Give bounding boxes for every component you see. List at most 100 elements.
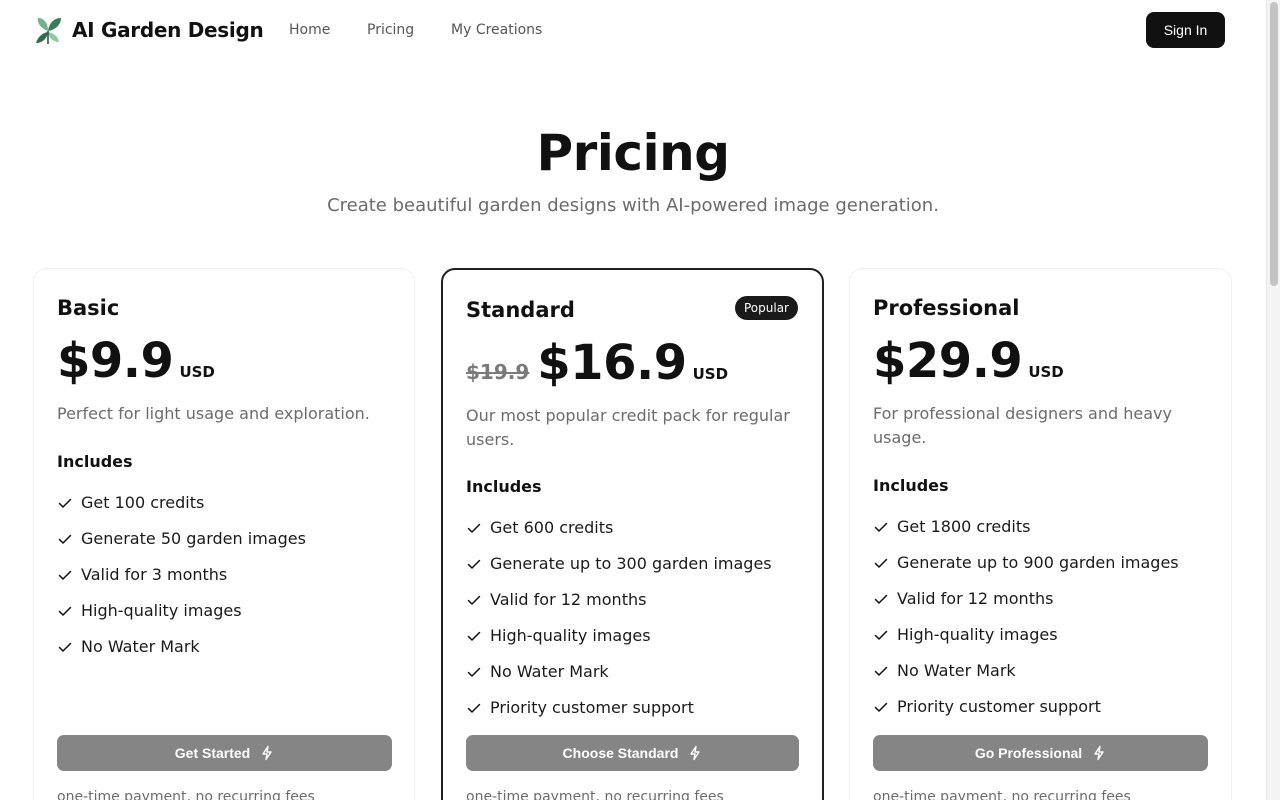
lightning-icon	[1094, 745, 1104, 761]
check-icon	[874, 666, 888, 676]
feature-label: No Water Mark	[897, 661, 1016, 680]
check-icon	[467, 631, 481, 641]
payment-note: one-time payment, no recurring fees	[466, 789, 724, 800]
feature-item: Valid for 12 months	[466, 582, 772, 618]
original-price: $19.9	[466, 360, 530, 384]
plan-currency: USD	[692, 365, 729, 383]
scrollbar-thumb[interactable]	[1270, 2, 1278, 286]
nav-pricing[interactable]: Pricing	[367, 20, 414, 40]
price-row: $9.9 USD	[57, 333, 215, 393]
check-icon	[467, 523, 481, 533]
feature-label: Get 1800 credits	[897, 517, 1031, 536]
feature-item: Valid for 12 months	[873, 581, 1179, 617]
plan-price: $9.9	[57, 333, 174, 389]
cta-label: Get Started	[174, 745, 251, 761]
feature-label: Generate up to 300 garden images	[490, 554, 772, 573]
includes-heading: Includes	[466, 477, 542, 496]
feature-item: Generate 50 garden images	[57, 521, 306, 557]
popular-badge: Popular	[735, 296, 798, 320]
get-started-button[interactable]: Get Started	[57, 735, 392, 771]
includes-heading: Includes	[57, 452, 133, 471]
feature-item: High-quality images	[873, 617, 1179, 653]
feature-label: Get 100 credits	[81, 493, 205, 512]
check-icon	[874, 702, 888, 712]
includes-heading: Includes	[873, 476, 949, 495]
vertical-scrollbar[interactable]	[1266, 0, 1280, 800]
feature-item: Get 1800 credits	[873, 509, 1179, 545]
feature-label: Priority customer support	[897, 697, 1101, 716]
feature-item: No Water Mark	[873, 653, 1179, 689]
feature-label: Valid for 12 months	[490, 590, 647, 609]
feature-item: Generate up to 900 garden images	[873, 545, 1179, 581]
site-header: AI Garden Design Home Pricing My Creatio…	[0, 0, 1266, 60]
plan-price: $29.9	[873, 333, 1023, 389]
nav-my-creations[interactable]: My Creations	[451, 20, 542, 40]
feature-label: Get 600 credits	[490, 518, 614, 537]
plan-description: For professional designers and heavy usa…	[873, 404, 1172, 447]
feature-label: Valid for 3 months	[81, 565, 228, 584]
feature-item: Get 600 credits	[466, 510, 772, 546]
check-icon	[874, 558, 888, 568]
go-professional-button[interactable]: Go Professional	[873, 735, 1208, 771]
check-icon	[58, 606, 72, 616]
feature-label: No Water Mark	[490, 662, 609, 681]
pricing-page: AI Garden Design Home Pricing My Creatio…	[0, 0, 1266, 800]
nav-home[interactable]: Home	[289, 20, 330, 40]
feature-list: Get 1800 credits Generate up to 900 gard…	[873, 509, 1179, 725]
cta-label: Go Professional	[974, 745, 1083, 761]
plan-name: Basic	[57, 296, 120, 320]
feature-label: High-quality images	[490, 626, 651, 645]
feature-label: Generate up to 900 garden images	[897, 553, 1179, 572]
plan-card-standard: Standard Popular $19.9 $16.9 USD Our most …	[441, 268, 824, 800]
page-subtitle: Create beautiful garden designs with AI-…	[327, 195, 939, 216]
payment-note: one-time payment, no recurring fees	[57, 789, 315, 800]
feature-label: High-quality images	[81, 601, 242, 620]
leaf-logo-icon[interactable]	[34, 15, 62, 45]
cta-label: Choose Standard	[562, 745, 679, 761]
feature-list: Get 600 credits Generate up to 300 garde…	[466, 510, 772, 726]
check-icon	[874, 594, 888, 604]
feature-item: High-quality images	[466, 618, 772, 654]
feature-list: Get 100 credits Generate 50 garden image…	[57, 485, 306, 665]
feature-label: Valid for 12 months	[897, 589, 1054, 608]
feature-item: Priority customer support	[466, 690, 772, 726]
price-row: $19.9 $16.9 USD	[466, 335, 728, 395]
price-row: $29.9 USD	[873, 333, 1064, 393]
feature-label: No Water Mark	[81, 637, 200, 656]
check-icon	[58, 498, 72, 508]
feature-label: Priority customer support	[490, 698, 694, 717]
lightning-icon	[262, 745, 272, 761]
plan-currency: USD	[179, 363, 215, 381]
check-icon	[874, 630, 888, 640]
check-icon	[467, 667, 481, 677]
plan-currency: USD	[1028, 363, 1064, 381]
plan-card-professional: Professional $29.9 USD For professional d…	[849, 268, 1232, 800]
choose-standard-button[interactable]: Choose Standard	[466, 735, 799, 771]
feature-item: Valid for 3 months	[57, 557, 306, 593]
check-icon	[58, 534, 72, 544]
check-icon	[58, 642, 72, 652]
page-title: Pricing	[536, 124, 730, 182]
plan-description: Our most popular credit pack for regular…	[466, 406, 790, 449]
brand-name[interactable]: AI Garden Design	[72, 15, 264, 45]
check-icon	[467, 703, 481, 713]
feature-item: No Water Mark	[57, 629, 306, 665]
feature-item: Get 100 credits	[57, 485, 306, 521]
check-icon	[874, 522, 888, 532]
check-icon	[467, 559, 481, 569]
plan-card-basic: Basic $9.9 USD Perfect for light usage an…	[33, 268, 415, 800]
feature-item: Generate up to 300 garden images	[466, 546, 772, 582]
lightning-icon	[690, 745, 701, 761]
payment-note: one-time payment, no recurring fees	[873, 789, 1131, 800]
feature-label: Generate 50 garden images	[81, 529, 306, 548]
feature-item: No Water Mark	[466, 654, 772, 690]
feature-item: Priority customer support	[873, 689, 1179, 725]
plan-price: $16.9	[537, 335, 687, 391]
check-icon	[58, 570, 72, 580]
feature-item: High-quality images	[57, 593, 306, 629]
plan-name: Standard	[466, 298, 575, 322]
plan-description: Perfect for light usage and exploration.	[57, 404, 370, 423]
plan-name: Professional	[873, 296, 1020, 320]
sign-in-button[interactable]: Sign In	[1146, 12, 1225, 48]
feature-label: High-quality images	[897, 625, 1058, 644]
